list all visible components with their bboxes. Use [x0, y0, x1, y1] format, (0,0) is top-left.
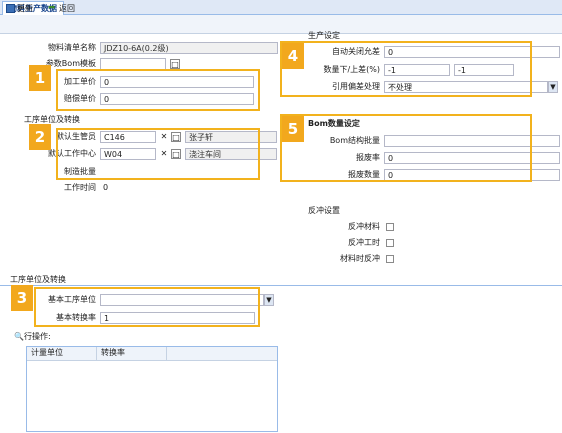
badge-4: 4 [282, 43, 304, 69]
grid-col-rate[interactable]: 转换率 [97, 347, 167, 360]
bf-hours-label: 反冲工时 [348, 238, 380, 247]
highlight-box-1 [56, 69, 260, 111]
row-ops-label: 行操作: [23, 332, 51, 341]
dropdown-arrow-icon[interactable]: ▼ [264, 294, 274, 306]
bf-material-label: 反冲材料 [348, 222, 380, 231]
update-label: 更新 [17, 4, 33, 13]
back-label: 返回 [59, 4, 75, 13]
highlight-box-5 [280, 114, 532, 182]
bf-material-checkbox[interactable] [386, 223, 394, 231]
highlight-box-2 [56, 128, 260, 180]
dropdown-arrow-icon[interactable]: ▼ [548, 81, 558, 93]
section-backflush: 反冲设置 [308, 206, 340, 215]
bf-material-time-label: 材料时反冲 [340, 254, 380, 263]
divider [0, 285, 562, 286]
badge-2: 2 [29, 124, 51, 150]
back-button[interactable]: ➦ 返回 [48, 3, 75, 15]
bf-hours-checkbox[interactable] [386, 239, 394, 247]
tab-bar [0, 0, 562, 15]
section-process-unit-bottom: 工序单位及转换 [10, 275, 66, 284]
bom-name-field[interactable]: JDZ10-6A(0.2级) [100, 42, 278, 54]
badge-3: 3 [11, 285, 33, 311]
copy-icon[interactable]: □ [170, 59, 180, 69]
badge-1: 1 [29, 65, 51, 91]
row-ops[interactable]: 🔍行操作: [14, 331, 51, 342]
badge-5: 5 [282, 116, 304, 142]
grid-col-unit[interactable]: 计量单位 [27, 347, 97, 360]
bom-name-label: 物料清单名称 [48, 43, 96, 52]
toolbar [0, 15, 562, 34]
back-arrow-icon: ➦ [48, 3, 56, 13]
update-button[interactable]: 更新 [6, 3, 33, 15]
highlight-box-4 [280, 41, 532, 97]
highlight-box-3 [34, 287, 260, 327]
worktime-field[interactable]: 0 [100, 182, 278, 194]
section-production-settings: 生产设定 [308, 31, 340, 40]
save-icon [6, 4, 15, 13]
search-icon: 🔍 [14, 332, 24, 341]
bf-material-time-checkbox[interactable] [386, 255, 394, 263]
worktime-label: 工作时间 [64, 183, 96, 192]
